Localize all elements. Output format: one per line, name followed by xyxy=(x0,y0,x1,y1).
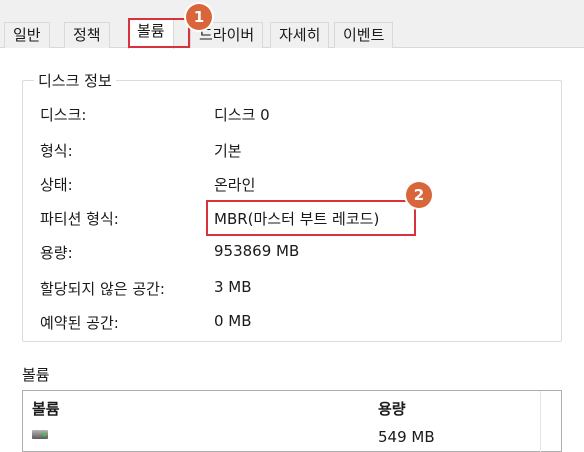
volumes-section-title: 볼륨 xyxy=(22,366,50,384)
capacity-column-header[interactable]: 용량 xyxy=(378,398,406,419)
tab-policy[interactable]: 정책 xyxy=(64,22,110,48)
status-label: 상태: xyxy=(40,176,73,194)
list-scrollbar-divider xyxy=(540,391,541,452)
disk-info-title: 디스크 정보 xyxy=(34,70,116,91)
type-label: 형식: xyxy=(40,142,73,160)
disk-label: 디스크: xyxy=(40,106,87,124)
tab-details[interactable]: 자세히 xyxy=(270,22,330,48)
unallocated-label: 할당되지 않은 공간: xyxy=(40,280,165,298)
reserved-value: 0 MB xyxy=(214,312,252,330)
callout-badge-1: 1 xyxy=(186,4,212,30)
tab-events[interactable]: 이벤트 xyxy=(334,22,394,48)
capacity-value: 953869 MB xyxy=(214,242,300,260)
reserved-label: 예약된 공간: xyxy=(40,314,119,332)
status-value: 온라인 xyxy=(214,176,256,194)
callout-badge-2: 2 xyxy=(406,182,432,208)
drive-icon xyxy=(32,430,48,439)
partition-style-highlight xyxy=(206,200,416,236)
volume-row-capacity[interactable]: 549 MB xyxy=(378,428,435,446)
volumes-tab-highlight xyxy=(128,18,190,48)
disk-value: 디스크 0 xyxy=(214,106,270,124)
volumes-list[interactable] xyxy=(22,390,562,452)
volume-column-header[interactable]: 볼륨 xyxy=(32,398,60,419)
capacity-label: 용량: xyxy=(40,244,73,262)
type-value: 기본 xyxy=(214,142,242,160)
tab-bar: 일반 정책 볼륨 드라이버 자세히 이벤트 xyxy=(0,0,584,49)
partition-style-label: 파티션 형식: xyxy=(40,210,119,228)
tab-general[interactable]: 일반 xyxy=(4,22,50,48)
unallocated-value: 3 MB xyxy=(214,278,252,296)
